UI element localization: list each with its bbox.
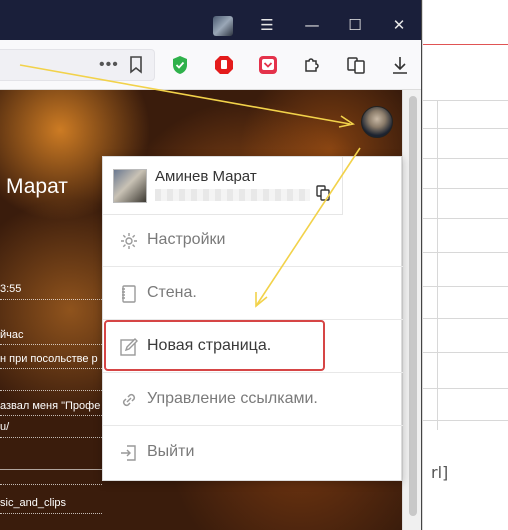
content-link[interactable]: sic_and_clips	[0, 497, 66, 509]
content-text[interactable]: н при посольстве р	[0, 353, 98, 365]
background-row-line	[423, 252, 508, 253]
menu-icon[interactable]: ☰	[256, 14, 278, 36]
user-dropdown-menu: Аминев Марат Настройки Стена. Новая стра…	[102, 156, 403, 481]
background-row-line	[423, 420, 508, 421]
containers-icon[interactable]	[345, 54, 367, 76]
content-divider	[0, 437, 102, 438]
download-icon[interactable]	[389, 54, 411, 76]
user-id-redacted	[155, 189, 310, 201]
address-bar[interactable]: •••	[0, 49, 155, 81]
maximize-icon[interactable]: ☐	[344, 14, 366, 36]
bookmark-icon[interactable]	[129, 56, 143, 74]
content-divider	[0, 390, 102, 391]
content-divider	[0, 368, 102, 369]
title-bar: ☰ — ☐ ✕	[0, 0, 421, 40]
background-window: rl]	[422, 0, 508, 530]
menu-user-header[interactable]: Аминев Марат	[103, 157, 343, 215]
background-row-line	[423, 100, 508, 101]
scrollbar[interactable]	[402, 90, 421, 530]
background-text: rl]	[431, 463, 449, 482]
user-name: Аминев Марат	[155, 168, 257, 185]
menu-item-label: Выйти	[147, 443, 195, 460]
content-text[interactable]: азвал меня "Профе	[0, 400, 100, 412]
menu-item-label: Настройки	[147, 231, 226, 248]
background-row-line	[423, 128, 508, 129]
menu-item-label: Стена.	[147, 284, 197, 301]
background-row-line	[423, 158, 508, 159]
scrollbar-thumb[interactable]	[409, 96, 417, 516]
menu-item-label: Управление ссылками.	[147, 390, 318, 407]
browser-toolbar: •••	[0, 40, 421, 90]
profile-name-heading: Марат	[6, 175, 68, 198]
shield-icon[interactable]	[169, 54, 191, 76]
menu-item-manage-links[interactable]: Управление ссылками.	[103, 374, 403, 426]
content-divider	[0, 344, 102, 345]
link-icon	[122, 393, 136, 407]
pocket-icon[interactable]	[257, 54, 279, 76]
content-divider	[0, 469, 102, 470]
gear-icon	[121, 233, 137, 249]
notebook-icon	[122, 285, 136, 303]
close-icon[interactable]: ✕	[388, 14, 410, 36]
content-divider	[0, 484, 102, 485]
background-row-line	[423, 352, 508, 353]
content-divider	[0, 513, 102, 514]
highlight-box	[104, 320, 325, 371]
menu-item-settings[interactable]: Настройки	[103, 215, 403, 267]
content-link[interactable]: u/	[0, 421, 9, 433]
content-divider	[0, 299, 102, 300]
minimize-icon[interactable]: —	[301, 14, 323, 36]
background-row-line	[423, 318, 508, 319]
background-row-line	[423, 188, 508, 189]
user-avatar-button[interactable]	[361, 106, 393, 138]
copy-icon[interactable]	[316, 185, 330, 201]
extensions-icon[interactable]	[301, 54, 323, 76]
content-text[interactable]: йчас	[0, 329, 24, 341]
content-text: 3:55	[0, 283, 22, 295]
background-row-line	[423, 286, 508, 287]
profile-avatar-icon[interactable]	[213, 16, 233, 36]
logout-icon	[121, 445, 136, 461]
menu-item-logout[interactable]: Выйти	[103, 427, 403, 479]
content-divider	[0, 415, 102, 416]
adblock-icon[interactable]	[213, 54, 235, 76]
menu-item-wall[interactable]: Стена.	[103, 268, 403, 320]
background-row-line	[423, 388, 508, 389]
background-column-line	[437, 100, 438, 430]
avatar	[113, 169, 147, 203]
background-row-line	[423, 218, 508, 219]
background-accent-line	[423, 44, 508, 45]
page-actions-icon[interactable]: •••	[99, 56, 119, 74]
